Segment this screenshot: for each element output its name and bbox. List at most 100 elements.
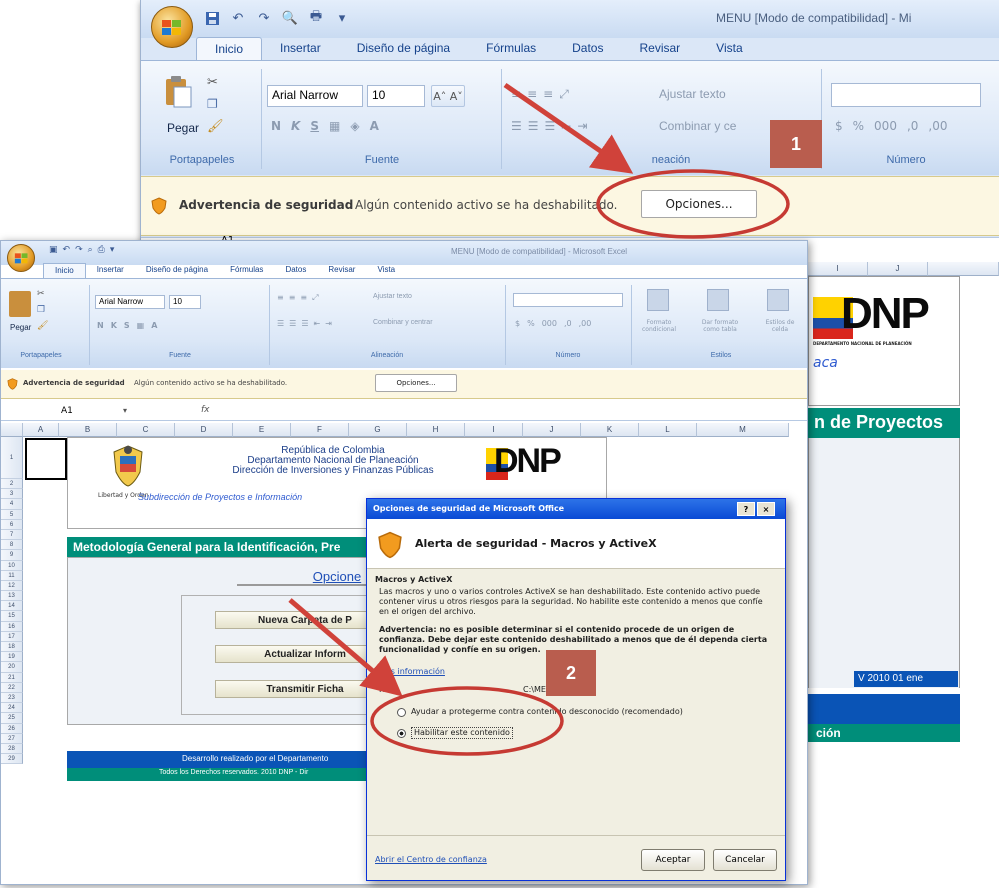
save-icon[interactable] (203, 9, 221, 27)
italic-icon[interactable]: K (291, 119, 300, 133)
bold-icon[interactable]: N (271, 119, 281, 133)
wrap-text-button[interactable]: Ajustar texto (373, 293, 412, 300)
percent-icon[interactable]: % (527, 319, 535, 328)
align-left-icon[interactable]: ☰ (277, 319, 284, 328)
row-header[interactable]: 28 (1, 743, 23, 755)
column-header[interactable]: G (349, 423, 407, 437)
column-header[interactable]: E (233, 423, 291, 437)
radio-circle[interactable] (397, 707, 406, 717)
row-header[interactable]: 23 (1, 692, 23, 704)
wrap-text-button[interactable]: Ajustar texto (659, 87, 726, 101)
tab-revisar[interactable]: Revisar (317, 263, 366, 278)
decrease-indent-icon[interactable]: ⇤ (561, 119, 571, 133)
row-header[interactable]: 16 (1, 621, 23, 632)
cancel-button[interactable]: Cancelar (713, 849, 777, 871)
row-header[interactable]: 5 (1, 509, 23, 520)
italic-icon[interactable]: K (111, 321, 117, 330)
align-top-icon[interactable]: ≡ (277, 293, 284, 303)
column-header[interactable]: H (407, 423, 465, 437)
thousands-icon[interactable]: 000 (874, 119, 897, 133)
format-table-label[interactable]: Dar formato como tabla (695, 319, 745, 333)
undo-icon[interactable]: ↶ (63, 245, 71, 255)
select-all-corner[interactable] (1, 423, 23, 437)
column-header[interactable]: M (697, 423, 789, 437)
row-header[interactable]: 2 (1, 479, 23, 490)
row-header[interactable]: 1 (1, 437, 23, 479)
options-button[interactable]: Opciones... (641, 190, 757, 218)
currency-icon[interactable]: $ (835, 119, 843, 133)
percent-icon[interactable]: % (853, 119, 864, 133)
redo-icon[interactable]: ↷ (255, 9, 273, 27)
options-button[interactable]: Opciones... (375, 374, 457, 392)
row-header[interactable]: 17 (1, 631, 23, 642)
align-right-icon[interactable]: ☰ (545, 119, 556, 133)
orientation-icon[interactable]: ⤢ (312, 293, 318, 303)
font-size-field[interactable]: 10 (367, 85, 425, 107)
align-middle-icon[interactable]: ≡ (289, 293, 296, 303)
row-header[interactable]: 6 (1, 519, 23, 530)
align-bottom-icon[interactable]: ≡ (543, 87, 553, 102)
redo-icon[interactable]: ↷ (75, 245, 83, 255)
font-size-field[interactable]: 10 (169, 295, 201, 309)
row-header[interactable]: 25 (1, 713, 23, 724)
align-middle-icon[interactable]: ≡ (527, 87, 537, 102)
print-preview-icon[interactable]: 🔍 (281, 9, 299, 27)
decrease-decimal-icon[interactable]: ,00 (579, 319, 592, 328)
save-icon[interactable]: ▣ (49, 245, 58, 255)
row-header[interactable]: 29 (1, 754, 23, 765)
tab-insertar[interactable]: Insertar (86, 263, 135, 278)
column-header[interactable]: I (465, 423, 523, 437)
align-right-icon[interactable]: ☰ (301, 319, 308, 328)
row-header[interactable]: 7 (1, 529, 23, 541)
cut-icon[interactable]: ✂ (207, 75, 218, 90)
tab-formulas[interactable]: Fórmulas (219, 263, 274, 278)
column-header[interactable]: D (175, 423, 233, 437)
font-color-icon[interactable]: A (370, 119, 379, 133)
borders-icon[interactable]: ▦ (137, 321, 145, 330)
copy-icon[interactable]: ❐ (37, 305, 45, 315)
paste-icon[interactable] (9, 291, 31, 317)
format-table-icon[interactable] (707, 289, 729, 311)
row-header[interactable]: 20 (1, 662, 23, 673)
underline-icon[interactable]: S (124, 321, 130, 330)
help-button[interactable]: ? (737, 502, 755, 516)
row-header[interactable]: 13 (1, 591, 23, 602)
accept-button[interactable]: Aceptar (641, 849, 705, 871)
cell-styles-icon[interactable] (767, 289, 789, 311)
tab-revisar[interactable]: Revisar (621, 37, 698, 61)
row-header[interactable]: 27 (1, 733, 23, 744)
number-format-field[interactable] (831, 83, 981, 107)
fill-color-icon[interactable]: ◈ (350, 119, 359, 133)
tab-diseno[interactable]: Diseño de página (339, 37, 468, 61)
namebox-dropdown-icon[interactable]: ▾ (123, 406, 127, 415)
function-icon[interactable]: fx (201, 405, 210, 415)
tab-datos[interactable]: Datos (274, 263, 317, 278)
merge-center-button[interactable]: Combinar y ce (659, 119, 736, 133)
print-icon[interactable]: ⎙ (98, 245, 105, 255)
row-header[interactable]: 15 (1, 611, 23, 622)
office-button[interactable] (7, 244, 35, 272)
font-color-icon[interactable]: A (151, 321, 157, 330)
row-header[interactable]: 4 (1, 499, 23, 510)
number-format-field[interactable] (513, 293, 623, 307)
align-center-icon[interactable]: ☰ (528, 119, 539, 133)
column-header[interactable]: B (59, 423, 117, 437)
paste-label[interactable]: Pegar (167, 121, 199, 135)
increase-indent-icon[interactable]: ⇥ (577, 119, 587, 133)
column-header[interactable]: C (117, 423, 175, 437)
row-header[interactable]: 8 (1, 540, 23, 551)
print-icon[interactable]: 🖶 (307, 9, 325, 27)
decrease-indent-icon[interactable]: ⇤ (314, 319, 321, 328)
align-left-icon[interactable]: ☰ (511, 119, 522, 133)
conditional-format-label[interactable]: Formato condicional (637, 319, 681, 333)
tab-datos[interactable]: Datos (554, 37, 621, 61)
align-center-icon[interactable]: ☰ (289, 319, 296, 328)
row-header[interactable]: 9 (1, 550, 23, 561)
trust-center-link[interactable]: Abrir el Centro de confianza (375, 855, 487, 865)
currency-icon[interactable]: $ (515, 319, 520, 328)
align-bottom-icon[interactable]: ≡ (300, 293, 307, 303)
increase-decimal-icon[interactable]: ,0 (564, 319, 572, 328)
undo-icon[interactable]: ↶ (229, 9, 247, 27)
row-header[interactable]: 21 (1, 672, 23, 683)
row-header[interactable]: 12 (1, 580, 23, 592)
